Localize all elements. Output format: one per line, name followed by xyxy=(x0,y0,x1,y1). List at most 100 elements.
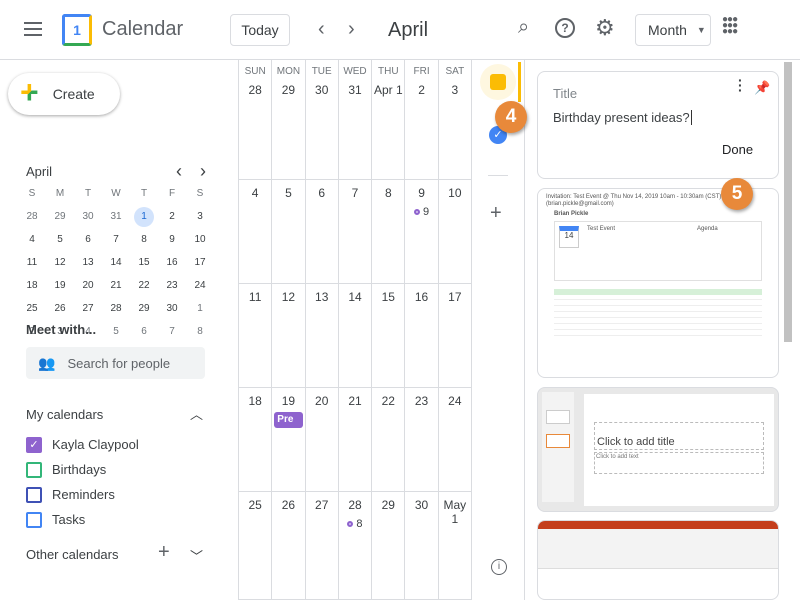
mini-day[interactable]: 30 xyxy=(74,207,102,227)
today-button[interactable]: Today xyxy=(230,14,290,46)
day-cell[interactable]: 26 xyxy=(272,492,306,600)
mini-day[interactable]: 11 xyxy=(18,253,46,273)
event[interactable]: 9 xyxy=(405,206,437,218)
day-cell[interactable]: 10 xyxy=(438,180,472,284)
day-number[interactable]: 6 xyxy=(318,186,325,200)
day-cell[interactable]: 4 xyxy=(239,180,273,284)
mini-day[interactable]: 25 xyxy=(18,299,46,319)
day-cell[interactable]: 15 xyxy=(372,284,406,388)
mini-day[interactable]: 2 xyxy=(158,207,186,227)
mini-day[interactable]: 22 xyxy=(130,276,158,296)
day-cell[interactable]: 30 xyxy=(405,492,439,600)
mini-day[interactable]: 16 xyxy=(158,253,186,273)
checkbox[interactable] xyxy=(26,511,42,528)
day-number[interactable]: 29 xyxy=(282,83,295,97)
help-icon[interactable]: ? xyxy=(555,18,575,38)
day-cell[interactable]: 6 xyxy=(305,180,339,284)
day-number[interactable]: 12 xyxy=(282,290,295,304)
mini-day[interactable]: 24 xyxy=(186,276,214,296)
email-note-card[interactable]: Invitation: Test Event @ Thu Nov 14, 201… xyxy=(537,188,779,378)
day-cell[interactable]: SUN 28 xyxy=(239,60,273,180)
mini-day[interactable]: 5 xyxy=(46,230,74,250)
day-number[interactable]: 23 xyxy=(415,394,428,408)
ppt-note-card[interactable] xyxy=(537,520,779,600)
mini-day[interactable]: 4 xyxy=(18,230,46,250)
day-number[interactable]: 14 xyxy=(348,290,361,304)
day-cell[interactable]: 23 xyxy=(405,388,439,492)
day-number[interactable]: 26 xyxy=(282,498,295,512)
day-number[interactable]: 9 xyxy=(418,186,425,200)
day-number[interactable]: 19 xyxy=(282,394,295,408)
day-cell[interactable]: 24 xyxy=(438,388,472,492)
add-calendar-icon[interactable]: + xyxy=(158,541,170,564)
day-cell[interactable]: 13 xyxy=(305,284,339,388)
scrollbar[interactable] xyxy=(784,62,792,342)
mini-day[interactable]: 30 xyxy=(158,299,186,319)
day-cell[interactable]: 7 xyxy=(338,180,373,284)
day-number[interactable]: 25 xyxy=(248,498,261,512)
create-button[interactable]: + Create xyxy=(8,73,120,115)
mini-day[interactable]: 6 xyxy=(74,230,102,250)
mini-day[interactable]: 15 xyxy=(130,253,158,273)
day-number[interactable]: 15 xyxy=(382,290,395,304)
day-number[interactable]: 29 xyxy=(382,498,395,512)
day-number[interactable]: 4 xyxy=(252,186,259,200)
mini-day[interactable]: 8 xyxy=(186,322,214,342)
day-cell[interactable]: WED 31 xyxy=(338,60,373,180)
day-cell[interactable]: 99 xyxy=(405,180,439,284)
day-cell[interactable]: MON 29 xyxy=(272,60,306,180)
mini-day[interactable]: 12 xyxy=(46,253,74,273)
day-number[interactable]: 16 xyxy=(415,290,428,304)
day-number[interactable]: Apr 1 xyxy=(374,83,403,97)
day-number[interactable]: 20 xyxy=(315,394,328,408)
mini-day[interactable]: 28 xyxy=(18,207,46,227)
mini-day[interactable]: 7 xyxy=(158,322,186,342)
mini-day[interactable]: 1 xyxy=(186,299,214,319)
day-cell[interactable]: 14 xyxy=(338,284,373,388)
day-number[interactable]: 13 xyxy=(315,290,328,304)
day-cell[interactable]: THU Apr 1 xyxy=(372,60,406,180)
expand-chevron-icon[interactable]: ﹀ xyxy=(190,546,203,565)
next-month-icon[interactable]: › xyxy=(348,18,355,41)
mini-day[interactable]: 29 xyxy=(130,299,158,319)
mini-day[interactable]: 26 xyxy=(46,299,74,319)
day-cell[interactable]: 17 xyxy=(438,284,472,388)
day-cell[interactable]: 20 xyxy=(305,388,339,492)
day-number[interactable]: 11 xyxy=(249,290,261,304)
main-menu-icon[interactable] xyxy=(24,22,42,36)
mini-day[interactable]: 9 xyxy=(158,230,186,250)
pin-icon[interactable]: 📌 xyxy=(754,80,770,96)
mini-day[interactable]: 13 xyxy=(74,253,102,273)
day-cell[interactable]: FRI 2 xyxy=(405,60,439,180)
day-cell[interactable]: 11 xyxy=(239,284,273,388)
day-cell[interactable]: 19 Pre xyxy=(272,388,306,492)
day-number[interactable]: 21 xyxy=(348,394,361,408)
day-number[interactable]: 18 xyxy=(248,394,261,408)
event-chip[interactable]: Pre xyxy=(274,412,303,428)
day-number[interactable]: 30 xyxy=(315,83,328,97)
day-number[interactable]: 27 xyxy=(315,498,328,512)
day-cell[interactable]: 21 xyxy=(338,388,373,492)
calendar-item[interactable]: Tasks xyxy=(26,507,139,532)
my-calendars-heading[interactable]: My calendars xyxy=(26,407,103,422)
checkbox[interactable]: ✓ xyxy=(26,436,42,453)
apps-grid-icon[interactable]: ●●● ●●● ●●● xyxy=(722,15,738,37)
done-button[interactable]: Done xyxy=(722,142,753,157)
search-icon[interactable]: ⌕ xyxy=(518,16,529,39)
calendar-item[interactable]: Reminders xyxy=(26,482,139,507)
day-cell[interactable]: 22 xyxy=(372,388,406,492)
day-number[interactable]: 31 xyxy=(348,83,361,97)
mini-prev-icon[interactable]: ‹ xyxy=(176,161,182,182)
day-cell[interactable]: 25 xyxy=(239,492,273,600)
mini-day[interactable]: 7 xyxy=(102,230,130,250)
day-cell[interactable]: 5 xyxy=(272,180,306,284)
info-icon[interactable]: i xyxy=(491,559,507,575)
other-calendars-heading[interactable]: Other calendars xyxy=(26,547,119,562)
keep-icon[interactable] xyxy=(480,64,516,100)
mini-day[interactable]: 17 xyxy=(186,253,214,273)
mini-day[interactable]: 14 xyxy=(102,253,130,273)
checkbox[interactable] xyxy=(26,486,42,503)
add-addon-icon[interactable]: + xyxy=(490,202,502,225)
day-cell[interactable]: May 1 xyxy=(438,492,472,600)
day-number[interactable]: 28 xyxy=(248,83,261,97)
